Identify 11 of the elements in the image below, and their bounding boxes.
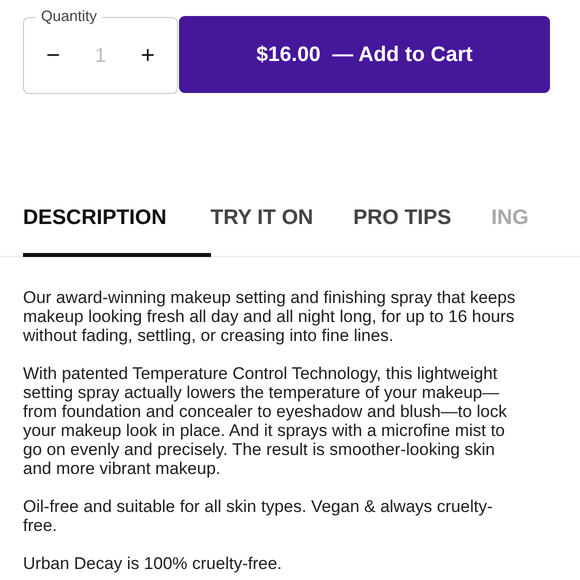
tab[interactable]: TRY IT ON xyxy=(210,194,354,256)
increment-button[interactable]: + xyxy=(132,44,163,68)
description-paragraph: With patented Temperature Control Technology, this lightweight setting spray actually lowers the temperature of your makeup—from foundation and concealer to eyeshadow and blush—to lock your makeup look in place. And it sprays with a microfine mist to go on evenly and precisely. The result is smoother-looking skin and more vibrant makeup. xyxy=(23,364,508,478)
tab[interactable]: PRO TIPS xyxy=(353,194,492,256)
description-paragraph: Urban Decay is 100% cruelty-free. xyxy=(23,554,283,572)
add-to-cart-button[interactable]: $16.00 — Add to Cart xyxy=(179,16,550,93)
quantity-label: Quantity xyxy=(36,8,102,25)
description-paragraph: Oil-free and suitable for all skin types. Vegan & always cruelty-free. xyxy=(23,496,494,534)
description-paragraph: Our award-winning makeup setting and finishing spray that keeps makeup looking fresh all day and all night long, for up to 16 hours without fading, settling, or creasing into fine lines. xyxy=(23,288,516,344)
decrement-button[interactable]: − xyxy=(38,44,68,68)
tab[interactable]: DESCRIPTION xyxy=(23,194,211,256)
